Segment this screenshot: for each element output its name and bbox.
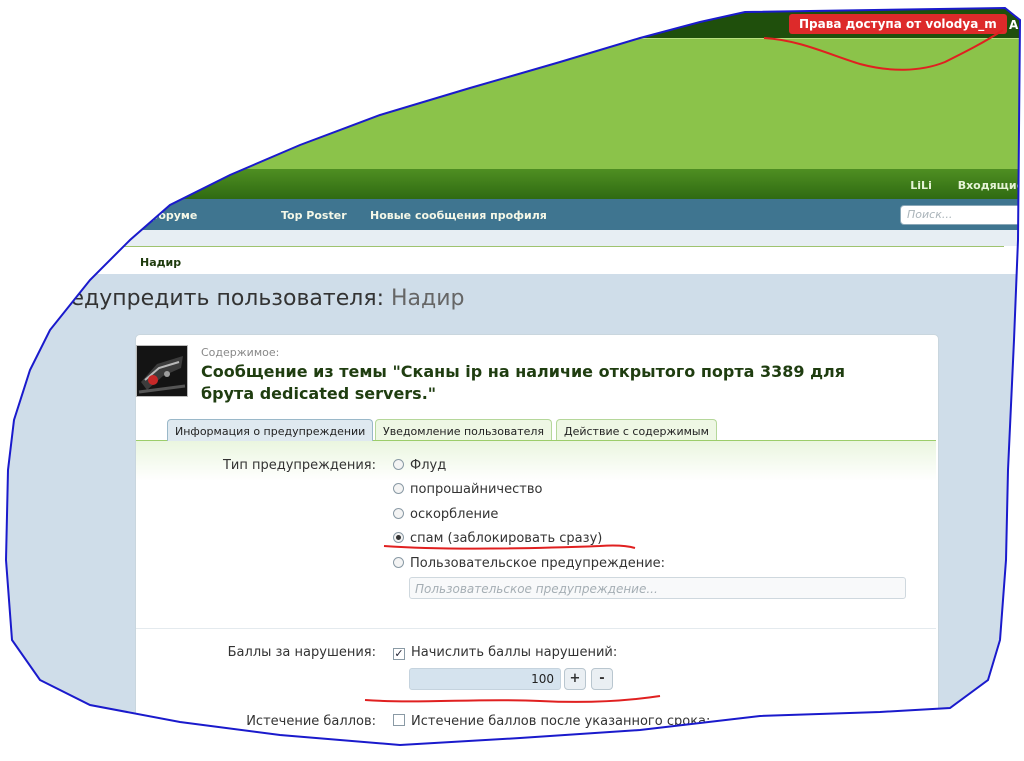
taskbar (480, 741, 1024, 760)
warning-option-label: спам (заблокировать сразу) (410, 531, 603, 546)
taskbar-item-utility[interactable]: Утилиты - 1 (670, 741, 750, 759)
expiry-label: Истечение баллов: (246, 714, 376, 729)
content-label: Содержимое: (201, 346, 280, 359)
taskbar-item-textoviki[interactable]: ТЕКСТОВИКИ (574, 741, 670, 759)
points-checkbox-label: Начислить баллы нарушений: (411, 645, 618, 660)
page-title-prefix: Предупредить пользователя: (40, 286, 384, 311)
page-title-name: Надир (390, 286, 465, 311)
access-rights-badge[interactable]: Права доступа от volodya_m (789, 14, 1007, 34)
points-value-input[interactable]: 100 (409, 668, 561, 690)
breadcrumb: Надир (120, 246, 1004, 275)
warning-option-begging[interactable]: попрошайничество (393, 482, 542, 497)
user-strip (0, 169, 1024, 199)
form-divider (136, 628, 936, 629)
logo-header (0, 38, 1024, 170)
user-link[interactable]: LiLi (910, 179, 932, 192)
nav-online-now[interactable]: Сейчас на форуме (80, 209, 197, 222)
content-title[interactable]: Сообщение из темы "Сканы ip на наличие о… (201, 361, 901, 405)
taskbar-item-soft[interactable]: СОФТ (528, 741, 574, 759)
warning-option-label: оскорбление (410, 507, 499, 522)
increment-button[interactable]: + (564, 668, 586, 690)
expiry-checkbox-row[interactable]: Истечение баллов после указанного срока: (393, 714, 710, 729)
tab-user-notification[interactable]: Уведомление пользователя (375, 419, 552, 440)
warning-option-spam[interactable]: спам (заблокировать сразу) (393, 531, 602, 546)
warning-option-label: Флуд (410, 458, 447, 473)
inbox-link[interactable]: Входящие (958, 179, 1024, 192)
breadcrumb-current[interactable]: Надир (140, 256, 181, 269)
points-checkbox-row[interactable]: ✓ Начислить баллы нарушений: (393, 645, 617, 660)
radio-icon[interactable] (393, 483, 404, 494)
warning-option-label: Пользовательское предупреждение: (410, 556, 666, 571)
nav-new-profile-posts[interactable]: Новые сообщения профиля (370, 209, 547, 222)
header-link-partial[interactable]: A (1009, 18, 1018, 32)
avatar-image-icon (137, 346, 187, 396)
warning-option-label: попрошайничество (410, 482, 543, 497)
custom-warning-input[interactable]: Пользовательское предупреждение... (409, 577, 906, 599)
warning-option-flood[interactable]: Флуд (393, 458, 446, 473)
warning-option-insult[interactable]: оскорбление (393, 507, 498, 522)
tab-warning-info[interactable]: Информация о предупреждении (167, 419, 373, 441)
screenshot-region: LiLi Входящие Сейчас на форуме Top Poste… (0, 0, 1024, 759)
nav-top-poster[interactable]: Top Poster (281, 209, 347, 222)
checkbox-icon[interactable] (393, 714, 405, 726)
navigation-bar: Сейчас на форуме Top Poster Новые сообще… (0, 199, 1024, 231)
radio-selected-icon[interactable] (393, 532, 404, 543)
radio-icon[interactable] (393, 508, 404, 519)
radio-icon[interactable] (393, 557, 404, 568)
taskbar-item-zaliv[interactable]: ЗАЛИВ (480, 741, 528, 759)
subnav-bar (0, 230, 1024, 246)
search-input[interactable]: Поиск... (900, 205, 1024, 225)
decrement-button[interactable]: - (591, 668, 613, 690)
page-title: Предупредить пользователя: Надир (40, 286, 464, 311)
checkbox-checked-icon[interactable]: ✓ (393, 648, 405, 660)
avatar[interactable] (136, 345, 188, 397)
taskbar-item-u[interactable]: У (750, 741, 774, 759)
expiry-checkbox-label: Истечение баллов после указанного срока: (411, 714, 711, 729)
user-links: LiLi Входящие (888, 179, 1024, 192)
warning-type-label: Тип предупреждения: (222, 458, 376, 473)
tab-content-action[interactable]: Действие с содержимым (556, 419, 717, 440)
radio-icon[interactable] (393, 459, 404, 470)
warning-option-custom[interactable]: Пользовательское предупреждение: (393, 556, 665, 571)
points-label: Баллы за нарушения: (227, 645, 376, 660)
